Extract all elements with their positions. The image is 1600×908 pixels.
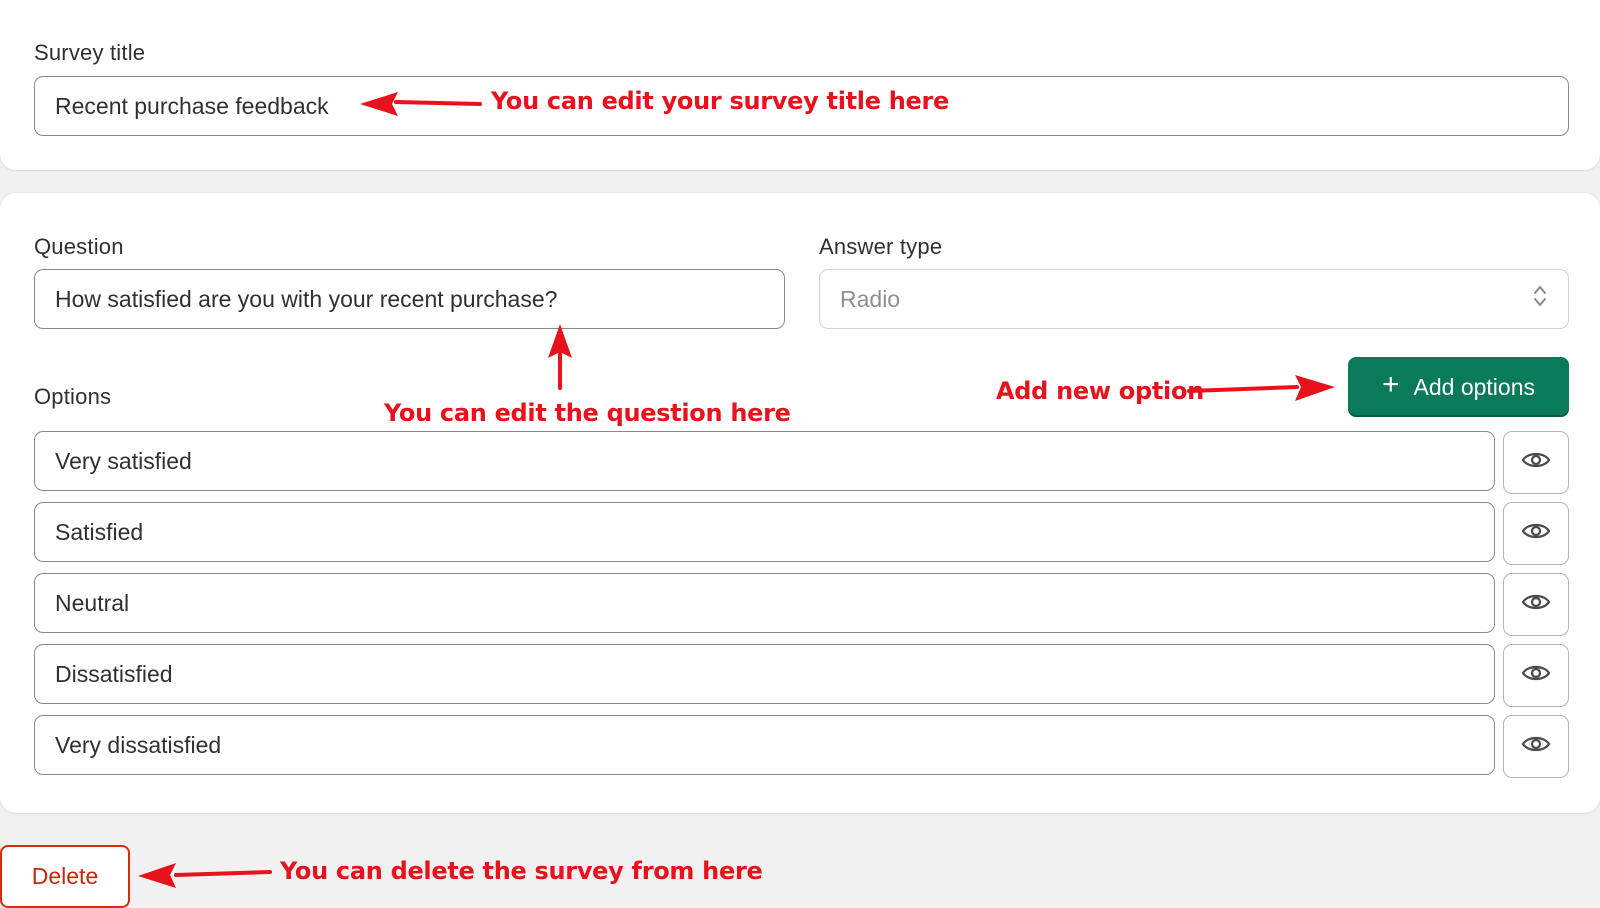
option-input[interactable] (34, 644, 1495, 704)
chevron-up-down-icon (1532, 283, 1548, 315)
eye-icon (1521, 521, 1551, 546)
eye-icon (1521, 450, 1551, 475)
option-input[interactable] (34, 502, 1495, 562)
add-options-button[interactable]: + Add options (1348, 357, 1569, 417)
option-visibility-button[interactable] (1503, 502, 1569, 565)
survey-title-label: Survey title (34, 40, 146, 65)
add-option-annotation-arrow (1187, 375, 1335, 401)
title-annotation: You can edit your survey title here (491, 87, 950, 115)
options-label: Options (34, 384, 112, 409)
delete-survey-button[interactable]: Delete (0, 845, 130, 908)
option-input[interactable] (34, 431, 1495, 491)
option-input[interactable] (34, 573, 1495, 633)
answer-type-select[interactable]: Radio (819, 269, 1569, 329)
option-visibility-button[interactable] (1503, 644, 1569, 707)
answer-type-value: Radio (840, 285, 901, 312)
delete-annotation-arrow (138, 863, 272, 888)
eye-icon (1521, 734, 1551, 759)
answer-type-label: Answer type (819, 234, 943, 259)
add-option-annotation: Add new option (996, 377, 1204, 405)
option-visibility-button[interactable] (1503, 715, 1569, 778)
option-input[interactable] (34, 715, 1495, 775)
option-visibility-button[interactable] (1503, 573, 1569, 636)
eye-icon (1521, 592, 1551, 617)
question-label: Question (34, 234, 124, 259)
title-annotation-arrow (360, 92, 482, 116)
plus-icon: + (1381, 368, 1400, 401)
question-annotation-arrow (548, 324, 572, 390)
question-input[interactable] (34, 269, 785, 329)
eye-icon (1521, 663, 1551, 688)
delete-annotation: You can delete the survey from here (280, 857, 763, 885)
option-visibility-button[interactable] (1503, 431, 1569, 494)
question-annotation: You can edit the question here (384, 399, 791, 427)
add-options-label: Add options (1413, 373, 1535, 400)
